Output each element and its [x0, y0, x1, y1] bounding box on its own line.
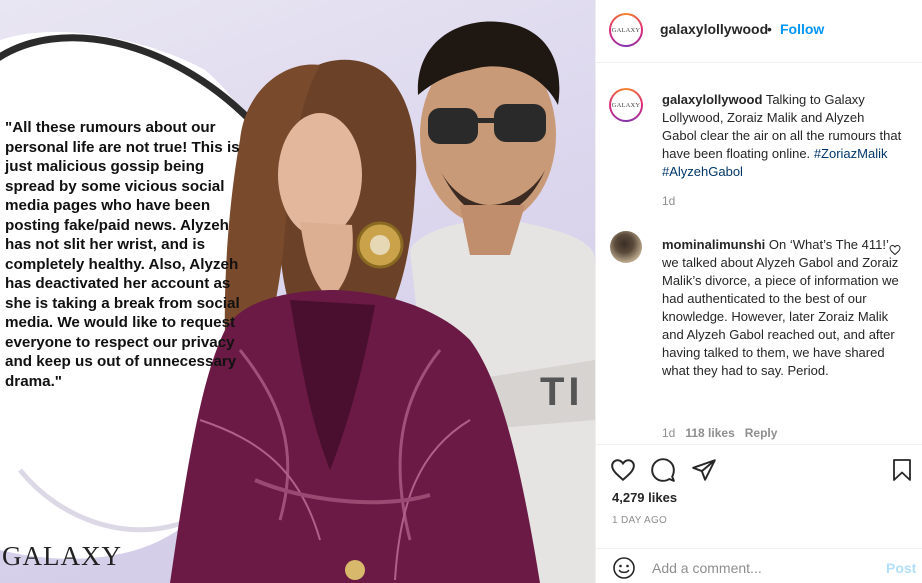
likes-count[interactable]: 4,279 likes [612, 490, 677, 505]
header-username[interactable]: galaxylollywood [660, 21, 768, 37]
post-sidebar: GALAXY galaxylollywood • Follow GALAXY g… [595, 0, 922, 583]
header-separator: • [767, 21, 772, 37]
quote-text: "All these rumours about our personal li… [5, 119, 240, 390]
posted-time[interactable]: 1 DAY AGO [612, 515, 667, 526]
comment-text: On ‘What’s The 411!’ we talked about Aly… [662, 237, 899, 378]
post-comment-button[interactable]: Post [886, 560, 916, 576]
caption-avatar[interactable]: GALAXY [609, 88, 643, 122]
comment-meta: 1d 118 likes Reply [662, 426, 777, 440]
caption-time[interactable]: 1d [662, 194, 675, 208]
comment-icon[interactable] [650, 457, 676, 483]
caption-text-block: galaxylollywood Talking to Galaxy Lollyw… [662, 91, 902, 181]
avatar-logo: GALAXY [611, 26, 641, 34]
comment-username[interactable]: mominalimunshi [662, 237, 765, 252]
reply-button[interactable]: Reply [745, 426, 778, 440]
post-header: GALAXY galaxylollywood • Follow [596, 0, 922, 63]
action-bar: 4,279 likes 1 DAY AGO [596, 444, 922, 539]
shirt-text: TI [540, 370, 584, 414]
comment-text-block: mominalimunshi On ‘What’s The 411!’ we t… [662, 236, 902, 380]
emoji-icon[interactable] [612, 556, 636, 580]
comment-like-icon[interactable] [889, 244, 901, 256]
comment-entry: mominalimunshi On ‘What’s The 411!’ we t… [596, 209, 922, 444]
galaxy-watermark: GALAXY [2, 541, 122, 571]
comment-input[interactable]: Add a comment... [652, 560, 762, 576]
comment-likes[interactable]: 118 likes [685, 426, 734, 440]
caption-entry: GALAXY galaxylollywood Talking to Galaxy… [596, 64, 922, 214]
caption-username[interactable]: galaxylollywood [662, 92, 762, 107]
bookmark-icon[interactable] [890, 457, 914, 483]
caption-avatar-logo: GALAXY [611, 101, 641, 109]
share-icon[interactable] [691, 457, 717, 483]
comment-time[interactable]: 1d [662, 426, 675, 440]
follow-button[interactable]: Follow [780, 21, 824, 37]
account-avatar[interactable]: GALAXY [609, 13, 643, 47]
heart-icon[interactable] [610, 457, 636, 483]
add-comment-bar: Add a comment... Post [596, 548, 922, 583]
comments-list[interactable]: GALAXY galaxylollywood Talking to Galaxy… [596, 64, 922, 444]
post-image[interactable]: "All these rumours about our personal li… [0, 0, 595, 583]
